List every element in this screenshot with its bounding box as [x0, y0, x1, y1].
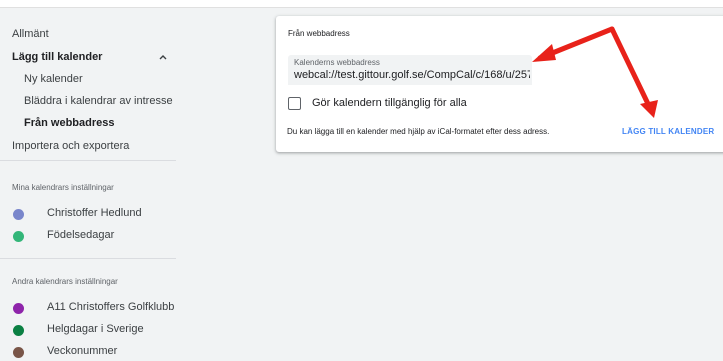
ical-help-text: Du kan lägga till en kalender med hjälp … [287, 127, 550, 136]
calendar-label: Helgdagar i Sverige [47, 323, 144, 335]
calendar-url-label: Kalenderns webbadress [294, 58, 380, 67]
calendar-label: Veckonummer [47, 345, 118, 357]
my-calendars-section-title: Mina kalendrars inställningar [12, 183, 114, 192]
card-title: Från webbadress [288, 29, 350, 38]
calendar-color-dot [13, 209, 24, 220]
add-calendar-button[interactable]: LÄGG TILL KALENDER [622, 127, 714, 136]
calendar-color-dot [13, 325, 24, 336]
chevron-up-icon[interactable] [157, 51, 169, 63]
sidebar-item-add-calendar[interactable]: Lägg till kalender [12, 51, 102, 63]
calendar-label: Födelsedagar [47, 229, 115, 241]
from-url-card: Från webbadress Kalenderns webbadress we… [276, 16, 723, 152]
calendar-row-birthdays[interactable]: Födelsedagar [0, 227, 176, 245]
sidebar-divider [0, 160, 176, 161]
sidebar-item-import-export[interactable]: Importera och exportera [12, 140, 129, 152]
calendar-url-input[interactable]: Kalenderns webbadress webcal://test.gitt… [288, 55, 532, 85]
calendar-row-christoffer-hedlund[interactable]: Christoffer Hedlund [0, 205, 176, 223]
top-bar [0, 0, 723, 8]
calendar-label: Christoffer Hedlund [47, 207, 142, 219]
calendar-row-holidays[interactable]: Helgdagar i Sverige [0, 321, 176, 339]
calendar-row-golfklubb[interactable]: A11 Christoffers Golfklubb [0, 299, 176, 317]
sidebar-item-from-url[interactable]: Från webbadress [24, 117, 114, 129]
calendar-label: A11 Christoffers Golfklubb [47, 301, 175, 313]
other-calendars-section-title: Andra kalendrars inställningar [12, 277, 118, 286]
calendar-color-dot [13, 231, 24, 242]
calendar-color-dot [13, 303, 24, 314]
calendar-color-dot [13, 347, 24, 358]
sidebar-divider [0, 258, 176, 259]
sidebar-item-new-calendar[interactable]: Ny kalender [24, 73, 83, 85]
sidebar-item-general[interactable]: Allmänt [12, 28, 49, 40]
calendar-url-value[interactable]: webcal://test.gittour.golf.se/CompCal/c/… [294, 69, 530, 81]
public-checkbox[interactable] [288, 97, 301, 110]
calendar-row-week-numbers[interactable]: Veckonummer [0, 343, 176, 361]
public-checkbox-label: Gör kalendern tillgänglig för alla [312, 97, 467, 109]
settings-sidebar: Allmänt Lägg till kalender Ny kalender B… [0, 8, 176, 360]
sidebar-item-browse-calendars[interactable]: Bläddra i kalendrar av intresse [24, 95, 173, 107]
